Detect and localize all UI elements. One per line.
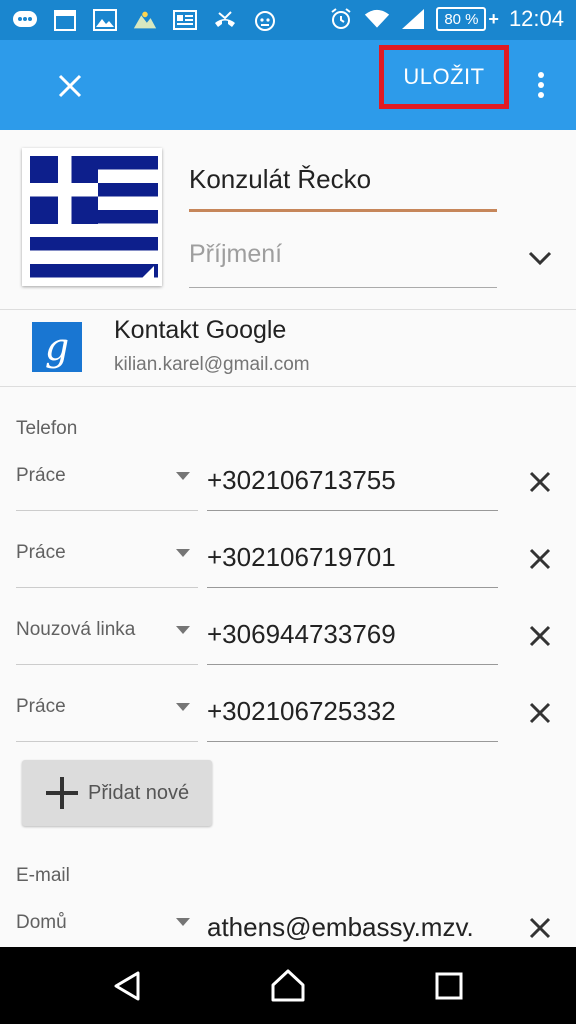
google-account-icon: g xyxy=(32,322,82,372)
dropdown-arrow-icon[interactable] xyxy=(176,549,190,557)
dropdown-arrow-icon[interactable] xyxy=(176,703,190,711)
wifi-icon xyxy=(364,6,390,32)
dropdown-arrow-icon[interactable] xyxy=(176,472,190,480)
recents-button[interactable] xyxy=(430,967,468,1005)
battery-level: 80 % xyxy=(444,10,479,28)
close-icon xyxy=(529,548,551,570)
email-type-select[interactable]: Domů xyxy=(16,912,67,934)
missed-call-icon xyxy=(212,7,238,33)
status-bar: 80 % + 12:04 xyxy=(0,0,576,40)
email-address-field[interactable]: athens@embassy.mzv. xyxy=(207,912,498,943)
phone-number-field[interactable]: +306944733769 xyxy=(207,619,498,650)
back-button[interactable] xyxy=(108,967,146,1005)
home-button[interactable] xyxy=(269,967,307,1005)
home-icon xyxy=(271,969,305,1002)
phone-number-field[interactable]: +302106719701 xyxy=(207,542,498,573)
charging-indicator: + xyxy=(488,8,499,29)
close-icon xyxy=(529,702,551,724)
recents-square-icon xyxy=(435,972,463,1000)
remove-phone-button[interactable] xyxy=(526,545,554,573)
add-phone-label: Přidat nové xyxy=(88,781,190,804)
image-icon xyxy=(92,7,118,33)
value-underline xyxy=(207,587,498,588)
phone-section-title: Telefon xyxy=(16,418,78,439)
type-underline xyxy=(16,741,198,742)
value-underline xyxy=(207,664,498,665)
chat-icon xyxy=(12,7,38,33)
divider xyxy=(0,309,576,310)
remove-email-button[interactable] xyxy=(526,914,554,942)
phone-type-select[interactable]: Práce xyxy=(16,465,66,487)
value-underline xyxy=(207,741,498,742)
close-icon xyxy=(529,471,551,493)
contact-photo[interactable] xyxy=(22,148,162,286)
dropdown-arrow-icon[interactable] xyxy=(176,918,190,926)
dropdown-arrow-icon[interactable] xyxy=(176,626,190,634)
close-icon xyxy=(58,74,82,98)
news-icon xyxy=(172,7,198,33)
expand-name-button[interactable] xyxy=(524,242,556,274)
notification-icons xyxy=(12,7,278,33)
phone-number-field[interactable]: +302106725332 xyxy=(207,696,498,727)
account-email: kilian.karel@gmail.com xyxy=(114,354,310,375)
chevron-down-icon xyxy=(528,251,552,266)
system-icons: 80 % + 12:04 xyxy=(328,6,564,32)
phone-type-select[interactable]: Nouzová linka xyxy=(16,619,135,641)
surname-field[interactable]: Příjmení xyxy=(189,236,497,288)
close-button[interactable] xyxy=(46,62,94,110)
battery-icon: 80 % xyxy=(436,7,487,31)
close-icon xyxy=(529,917,551,939)
phone-number-field[interactable]: +302106713755 xyxy=(207,465,498,496)
navigation-bar xyxy=(0,947,576,1024)
save-button[interactable]: ULOŽIT xyxy=(379,45,509,109)
signal-icon xyxy=(400,6,426,32)
overflow-menu-button[interactable] xyxy=(526,60,556,110)
type-underline xyxy=(16,664,198,665)
account-title: Kontakt Google xyxy=(114,316,287,344)
remove-phone-button[interactable] xyxy=(526,622,554,650)
first-name-field[interactable]: Konzulát Řecko xyxy=(189,158,497,212)
alarm-icon xyxy=(328,6,354,32)
plus-icon xyxy=(46,777,78,809)
more-vert-icon xyxy=(538,72,544,98)
phone-type-select[interactable]: Práce xyxy=(16,696,66,718)
robot-icon xyxy=(252,7,278,33)
clock: 12:04 xyxy=(508,6,564,31)
type-underline xyxy=(16,510,198,511)
back-triangle-icon xyxy=(114,971,140,1001)
calendar-icon xyxy=(52,7,78,33)
phone-type-select[interactable]: Práce xyxy=(16,542,66,564)
email-section-title: E-mail xyxy=(16,865,70,886)
remove-phone-button[interactable] xyxy=(526,468,554,496)
remove-phone-button[interactable] xyxy=(526,699,554,727)
type-underline xyxy=(16,587,198,588)
close-icon xyxy=(529,625,551,647)
value-underline xyxy=(207,510,498,511)
add-phone-button[interactable]: Přidat nové xyxy=(22,760,212,826)
greek-flag-image xyxy=(30,156,158,278)
landscape-app-icon xyxy=(132,7,158,33)
divider xyxy=(0,386,576,387)
